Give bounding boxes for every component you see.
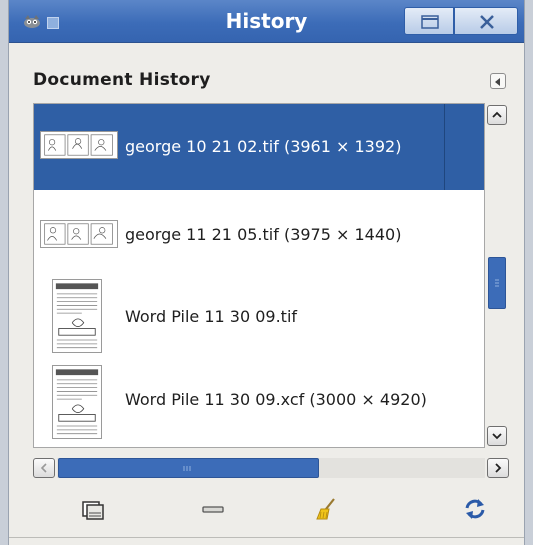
item-label: george 10 21 02.tif (3961 × 1392) bbox=[125, 137, 402, 156]
scroll-down-button[interactable] bbox=[487, 426, 507, 446]
scroll-left-button[interactable] bbox=[33, 458, 55, 478]
vertical-scrollbar[interactable] bbox=[485, 103, 509, 448]
minus-icon bbox=[202, 506, 224, 513]
window-bottom-edge bbox=[9, 537, 524, 538]
horizontal-scroll-thumb[interactable] bbox=[58, 458, 319, 478]
chevron-up-icon bbox=[492, 111, 502, 118]
chevron-down-icon bbox=[492, 433, 502, 440]
minimize-button[interactable] bbox=[404, 7, 454, 35]
comic-strip-thumbnail bbox=[40, 131, 118, 159]
list-item[interactable]: Word Pile 11 30 09.xcf (3000 × 4920) bbox=[34, 358, 484, 444]
panel-menu-button[interactable] bbox=[490, 73, 506, 89]
word-puzzle-thumbnail bbox=[52, 365, 102, 439]
horizontal-scrollbar[interactable] bbox=[33, 456, 509, 480]
list-item[interactable]: george 11 21 05.tif (3975 × 1440) bbox=[34, 190, 484, 276]
refresh-icon bbox=[465, 499, 485, 519]
panel-menu-arrow-icon bbox=[495, 78, 500, 86]
close-button[interactable] bbox=[454, 7, 518, 35]
refresh-previews-button[interactable] bbox=[463, 497, 487, 521]
close-icon bbox=[480, 15, 494, 29]
broom-icon bbox=[316, 498, 335, 520]
list-item[interactable]: george 10 21 02.tif (3961 × 1392) bbox=[34, 104, 484, 190]
vertical-scroll-thumb[interactable] bbox=[488, 257, 506, 309]
grip-icon bbox=[183, 466, 191, 471]
chevron-left-icon bbox=[40, 463, 47, 473]
open-image-button[interactable] bbox=[81, 497, 105, 521]
item-label: Word Pile 11 30 09.tif bbox=[125, 307, 298, 326]
chevron-right-icon bbox=[495, 463, 502, 473]
item-label: george 11 21 05.tif (3975 × 1440) bbox=[125, 225, 402, 244]
item-label: Word Pile 11 30 09.xcf (3000 × 4920) bbox=[125, 390, 427, 409]
remove-entry-button[interactable] bbox=[201, 497, 225, 521]
word-puzzle-thumbnail bbox=[52, 279, 102, 353]
clear-history-button[interactable] bbox=[315, 497, 339, 521]
document-history-list[interactable]: george 10 21 02.tif (3961 × 1392) george… bbox=[33, 103, 485, 448]
minimize-icon bbox=[421, 15, 439, 29]
title-bar[interactable]: History bbox=[9, 0, 524, 43]
comic-strip-thumbnail bbox=[40, 220, 118, 248]
scroll-up-button[interactable] bbox=[487, 105, 507, 125]
scroll-right-button[interactable] bbox=[487, 458, 509, 478]
open-image-icon bbox=[82, 501, 104, 520]
grip-icon bbox=[495, 279, 499, 287]
history-dock-window: History Document History george 10 21 02… bbox=[8, 0, 525, 545]
panel-title: Document History bbox=[33, 70, 211, 90]
list-item[interactable]: Word Pile 11 30 09.tif bbox=[34, 272, 484, 358]
